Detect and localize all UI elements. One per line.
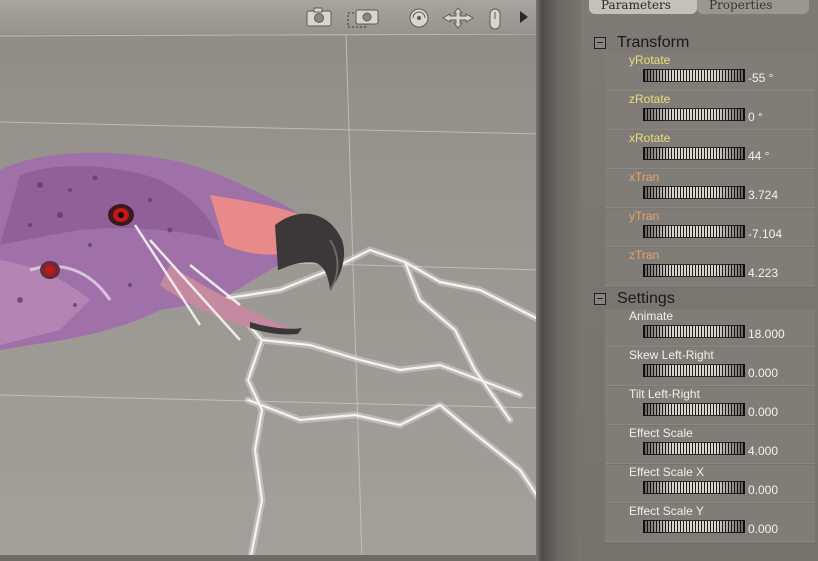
viewport-toolbar xyxy=(0,0,540,34)
param-value[interactable]: 4.000 xyxy=(748,444,778,458)
param-value[interactable]: -7.104 xyxy=(748,227,782,241)
tab-properties[interactable]: Properties xyxy=(697,0,809,14)
param-ytran: yTran -7.104 xyxy=(605,209,815,247)
param-xtran: xTran 3.724 xyxy=(605,170,815,208)
param-label: zTran xyxy=(629,248,660,262)
param-label: Effect Scale xyxy=(629,426,693,440)
param-ztran: zTran 4.223 xyxy=(605,248,815,286)
param-zrotate: zRotate 0 ° xyxy=(605,92,815,130)
param-value[interactable]: 0.000 xyxy=(748,522,778,536)
param-value[interactable]: 3.724 xyxy=(748,188,778,202)
param-tilt-left-right: Tilt Left-Right 0.000 xyxy=(605,387,815,425)
rotate-trackball-icon[interactable] xyxy=(408,7,430,29)
play-arrow-icon[interactable] xyxy=(518,10,530,24)
param-label: zRotate xyxy=(629,92,671,106)
param-animate: Animate 18.000 xyxy=(605,309,815,347)
param-value[interactable]: 0.000 xyxy=(748,366,778,380)
3d-viewport[interactable] xyxy=(0,0,540,561)
vulture-head xyxy=(0,152,345,350)
param-value[interactable]: 44 ° xyxy=(748,149,769,163)
param-label: yRotate xyxy=(629,53,671,67)
camera-select-icon[interactable] xyxy=(346,7,380,29)
param-skew-left-right: Skew Left-Right 0.000 xyxy=(605,348,815,386)
param-value[interactable]: 0.000 xyxy=(748,405,778,419)
hand-grab-icon[interactable] xyxy=(487,7,503,31)
param-yrotate: yRotate -55 ° xyxy=(605,53,815,91)
param-label: Effect Scale Y xyxy=(629,504,704,518)
panel-edge xyxy=(542,0,581,561)
section-title: Transform xyxy=(617,34,690,51)
viewport-bottom-edge xyxy=(0,555,540,561)
section-transform: Transform xyxy=(594,33,689,53)
param-label: Skew Left-Right xyxy=(629,348,714,362)
collapse-toggle-icon[interactable] xyxy=(594,293,606,305)
param-label: Animate xyxy=(629,309,674,323)
param-effect-scale-x: Effect Scale X 0.000 xyxy=(605,465,815,503)
scene-render xyxy=(0,0,540,561)
param-effect-scale: Effect Scale 4.000 xyxy=(605,426,815,464)
param-value[interactable]: 18.000 xyxy=(748,327,785,341)
param-label: xTran xyxy=(629,170,660,184)
collapse-toggle-icon[interactable] xyxy=(594,37,606,49)
param-effect-scale-y: Effect Scale Y 0.000 xyxy=(605,504,815,542)
camera-icon[interactable] xyxy=(306,7,332,27)
param-xrotate: xRotate 44 ° xyxy=(605,131,815,169)
translate-cross-icon[interactable] xyxy=(441,7,475,29)
param-label: Effect Scale X xyxy=(629,465,705,479)
tab-parameters[interactable]: Parameters xyxy=(589,0,697,14)
param-label: yTran xyxy=(629,209,660,223)
param-label: xRotate xyxy=(629,131,671,145)
section-title: Settings xyxy=(617,290,675,307)
section-settings: Settings xyxy=(594,289,675,309)
param-value[interactable]: 0.000 xyxy=(748,483,778,497)
param-value[interactable]: 0 ° xyxy=(748,110,763,124)
param-value[interactable]: 4.223 xyxy=(748,266,778,280)
param-value[interactable]: -55 ° xyxy=(748,71,773,85)
param-label: Tilt Left-Right xyxy=(629,387,700,401)
lightning-effect xyxy=(211,246,540,561)
